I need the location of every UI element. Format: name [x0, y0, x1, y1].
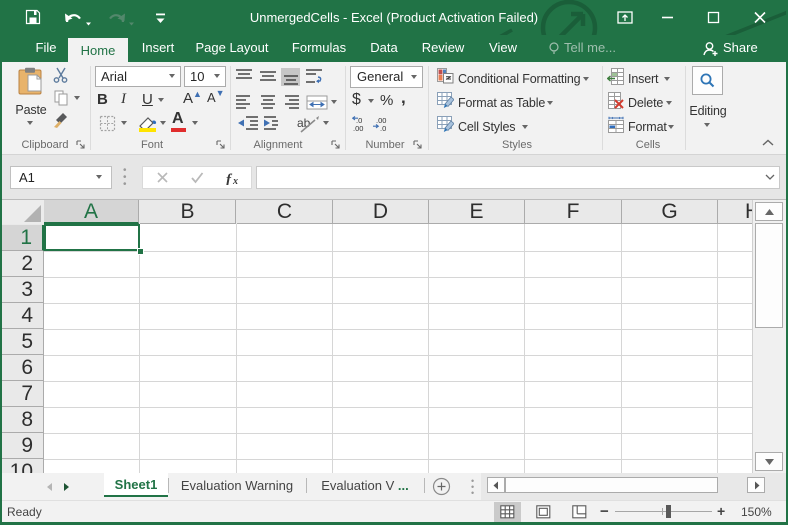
- svg-text:f: f: [226, 172, 233, 185]
- svg-text:x: x: [232, 176, 238, 185]
- svg-text:ab: ab: [297, 116, 311, 130]
- svg-text:.00: .00: [353, 124, 363, 133]
- svg-text:.0: .0: [380, 124, 386, 133]
